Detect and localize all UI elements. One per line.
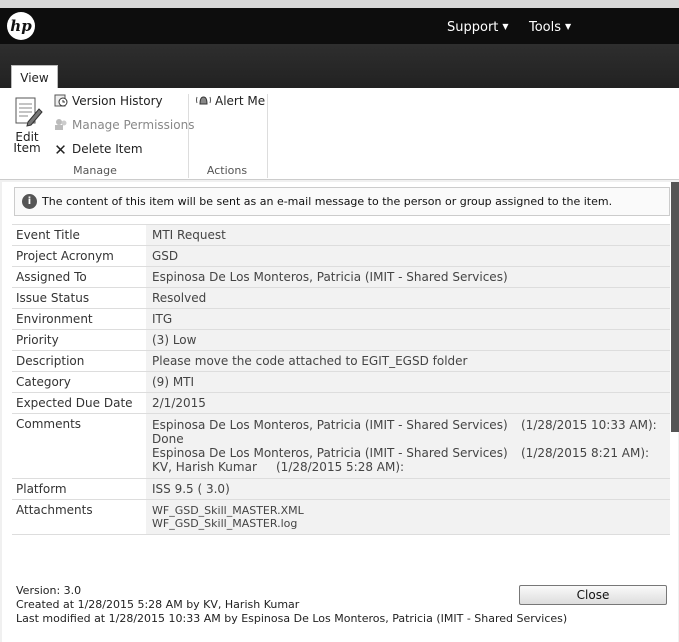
comment-entry: Espinosa De Los Monteros, Patricia (IMIT… bbox=[152, 446, 664, 460]
field-value: Resolved bbox=[146, 288, 670, 308]
chevron-down-icon: ▼ bbox=[502, 22, 509, 31]
close-button[interactable]: Close bbox=[519, 585, 667, 605]
top-bar: hp Support ▼ Tools ▼ bbox=[0, 0, 679, 44]
alert-me-label: Alert Me bbox=[215, 94, 266, 108]
version-history-icon bbox=[53, 94, 68, 107]
info-message-text: The content of this item will be sent as… bbox=[42, 195, 613, 208]
attachment-link[interactable]: WF_GSD_Skill_MASTER.log bbox=[152, 517, 664, 530]
field-row: Priority (3) Low bbox=[12, 330, 670, 351]
tab-view[interactable]: View bbox=[11, 65, 58, 89]
ribbon-divider bbox=[188, 94, 189, 178]
nav-tools[interactable]: Tools ▼ bbox=[529, 20, 571, 35]
hp-logo[interactable]: hp bbox=[7, 12, 35, 40]
delete-x-icon: ✕ bbox=[54, 141, 67, 159]
field-label: Environment bbox=[16, 312, 93, 326]
field-value: Please move the code attached to EGIT_EG… bbox=[146, 351, 670, 371]
field-label: Event Title bbox=[16, 228, 80, 242]
permissions-icon bbox=[53, 118, 68, 131]
field-row: Assigned To Espinosa De Los Monteros, Pa… bbox=[12, 267, 670, 288]
field-value: GSD bbox=[146, 246, 670, 266]
comment-entry: Espinosa De Los Monteros, Patricia (IMIT… bbox=[152, 418, 664, 432]
field-value: 2/1/2015 bbox=[146, 393, 670, 413]
version-text: Version: 3.0 bbox=[16, 584, 82, 597]
field-label: Description bbox=[16, 354, 85, 368]
field-value: (3) Low bbox=[146, 330, 670, 350]
comment-entry: KV, Harish Kumar (1/28/2015 5:28 AM): bbox=[152, 460, 664, 474]
scrollbar[interactable] bbox=[671, 182, 679, 432]
field-row: Comments Espinosa De Los Monteros, Patri… bbox=[12, 414, 670, 479]
field-row: Project Acronym GSD bbox=[12, 246, 670, 267]
manage-permissions-button[interactable]: Manage Permissions bbox=[53, 118, 194, 132]
field-row: Issue Status Resolved bbox=[12, 288, 670, 309]
field-row: Environment ITG bbox=[12, 309, 670, 330]
attachments-value: WF_GSD_Skill_MASTER.XML WF_GSD_Skill_MAS… bbox=[146, 500, 670, 534]
manage-group-label: Manage bbox=[73, 164, 117, 177]
edit-item-label-2: Item bbox=[13, 141, 41, 155]
ribbon-divider bbox=[267, 94, 268, 178]
chevron-down-icon: ▼ bbox=[565, 22, 572, 31]
comments-value: Espinosa De Los Monteros, Patricia (IMIT… bbox=[146, 414, 670, 478]
field-label: Project Acronym bbox=[16, 249, 114, 263]
field-value: ISS 9.5 ( 3.0) bbox=[146, 479, 670, 499]
comment-text: Done bbox=[152, 432, 184, 446]
field-label: Priority bbox=[16, 333, 59, 347]
attachment-link[interactable]: WF_GSD_Skill_MASTER.XML bbox=[152, 504, 664, 517]
comment-time: (1/28/2015 5:28 AM): bbox=[276, 460, 405, 474]
field-label: Attachments bbox=[16, 503, 93, 517]
field-row: Platform ISS 9.5 ( 3.0) bbox=[12, 479, 670, 500]
field-row: Description Please move the code attache… bbox=[12, 351, 670, 372]
field-value: ITG bbox=[146, 309, 670, 329]
field-label: Comments bbox=[16, 417, 82, 431]
edit-document-icon bbox=[15, 97, 43, 127]
field-value: (9) MTI bbox=[146, 372, 670, 392]
field-row: Event Title MTI Request bbox=[12, 224, 670, 246]
manage-permissions-label: Manage Permissions bbox=[72, 118, 195, 132]
ribbon-tab-strip bbox=[0, 44, 679, 88]
edit-item-button[interactable]: Edit Item bbox=[10, 96, 44, 154]
nav-support-label: Support bbox=[447, 20, 499, 35]
field-value: MTI Request bbox=[146, 225, 670, 245]
modified-text: Last modified at 1/28/2015 10:33 AM by E… bbox=[16, 612, 568, 625]
field-value: Espinosa De Los Monteros, Patricia (IMIT… bbox=[146, 267, 670, 287]
comment-author: Espinosa De Los Monteros, Patricia (IMIT… bbox=[152, 446, 508, 460]
field-label: Issue Status bbox=[16, 291, 90, 305]
item-footer: Version: 3.0 Created at 1/28/2015 5:28 A… bbox=[16, 584, 567, 626]
actions-group-label: Actions bbox=[206, 164, 248, 177]
bell-icon bbox=[196, 94, 211, 107]
alert-me-button[interactable]: Alert Me bbox=[196, 94, 265, 108]
field-row: Attachments WF_GSD_Skill_MASTER.XML WF_G… bbox=[12, 500, 670, 535]
item-fields: Event Title MTI Request Project Acronym … bbox=[12, 224, 670, 535]
delete-item-label: Delete Item bbox=[72, 142, 143, 156]
field-label: Category bbox=[16, 375, 71, 389]
version-history-label: Version History bbox=[72, 94, 163, 108]
created-text: Created at 1/28/2015 5:28 AM by KV, Hari… bbox=[16, 598, 300, 611]
nav-tools-label: Tools bbox=[529, 20, 562, 35]
info-message: i The content of this item will be sent … bbox=[14, 187, 670, 216]
field-label: Expected Due Date bbox=[16, 396, 133, 410]
delete-item-button[interactable]: ✕ Delete Item bbox=[53, 141, 143, 159]
field-row: Category (9) MTI bbox=[12, 372, 670, 393]
comment-time: (1/28/2015 10:33 AM): bbox=[521, 418, 657, 432]
field-row: Expected Due Date 2/1/2015 bbox=[12, 393, 670, 414]
comment-author: KV, Harish Kumar bbox=[152, 460, 257, 474]
info-icon: i bbox=[22, 194, 37, 209]
nav-support[interactable]: Support ▼ bbox=[447, 20, 509, 35]
comment-author: Espinosa De Los Monteros, Patricia (IMIT… bbox=[152, 418, 508, 432]
field-label: Assigned To bbox=[16, 270, 87, 284]
comment-time: (1/28/2015 8:21 AM): bbox=[521, 446, 650, 460]
field-label: Platform bbox=[16, 482, 67, 496]
version-history-button[interactable]: Version History bbox=[53, 94, 163, 108]
